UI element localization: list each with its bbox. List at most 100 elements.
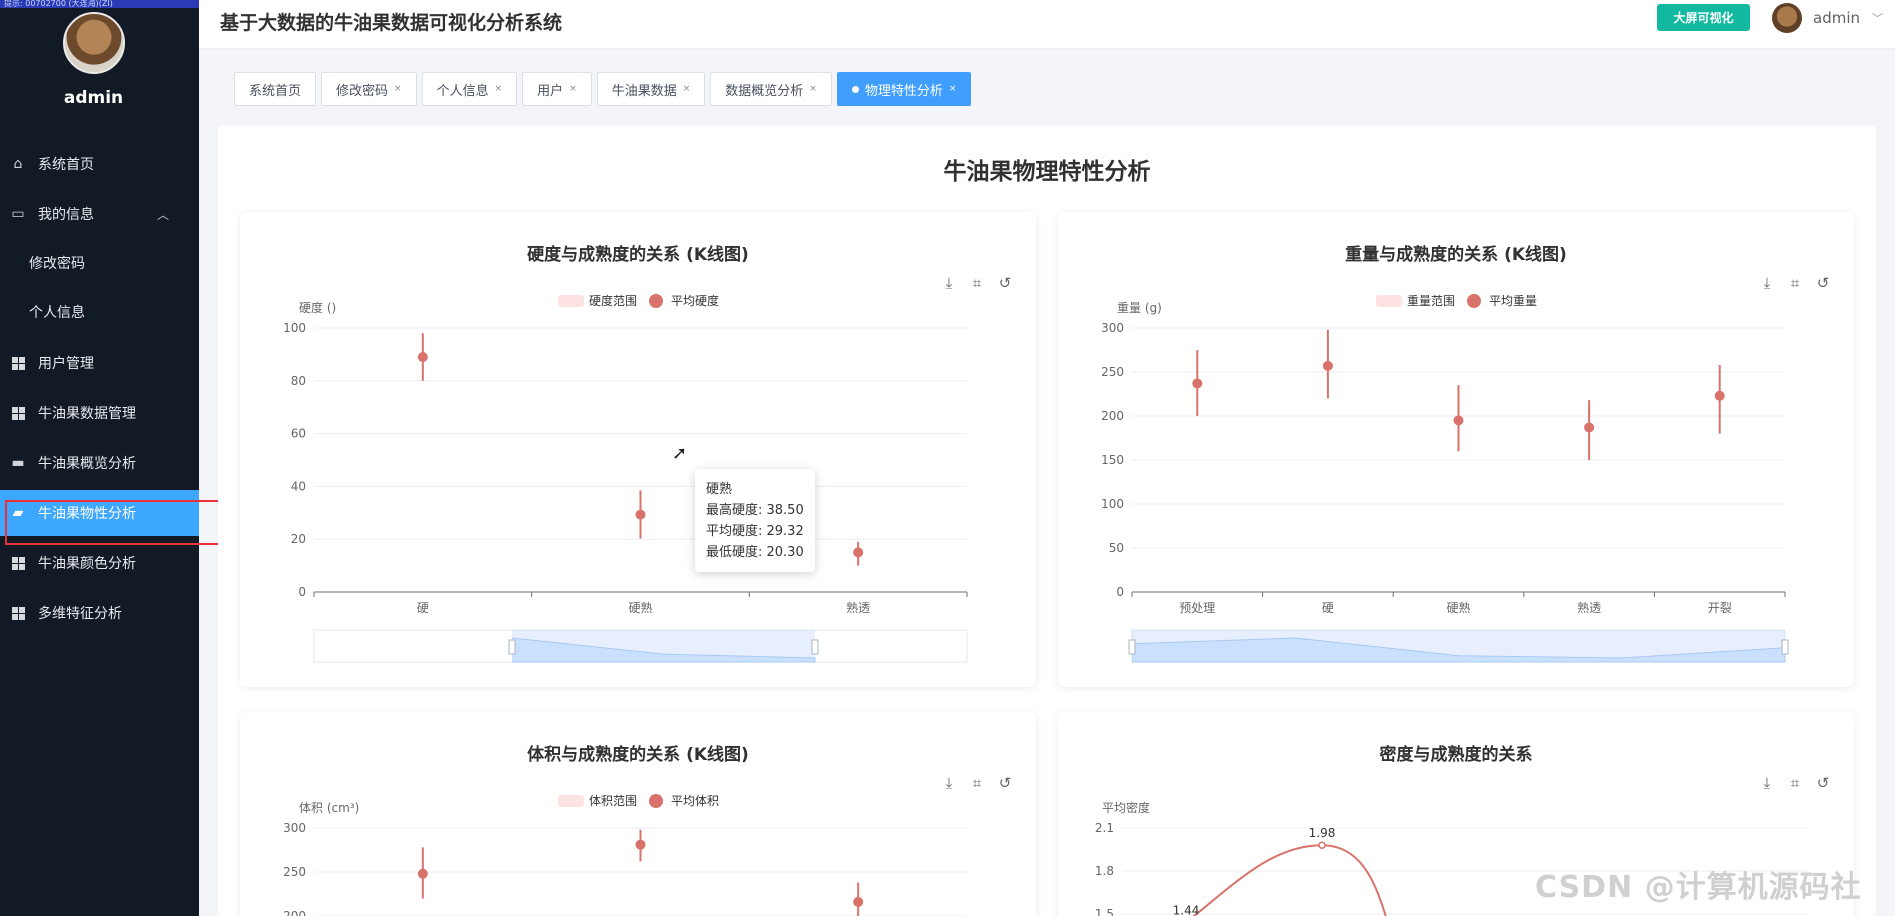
- y-tick-label: 2.1: [1095, 821, 1114, 835]
- y-tick-label: 200: [283, 909, 306, 916]
- y-tick-label: 1.5: [1095, 907, 1114, 916]
- tab-home[interactable]: 系统首页: [234, 72, 317, 106]
- sidebar-item-overview[interactable]: ▬ 牛油果概览分析: [0, 440, 199, 486]
- tab-change-password[interactable]: 修改密码 ×: [321, 72, 417, 106]
- x-tick-label: 硬熟: [628, 600, 652, 615]
- tab-label: 个人信息: [436, 83, 489, 99]
- tooltip-max: 最高硬度: 38.50: [706, 503, 804, 518]
- sidebar-item-label: 修改密码: [29, 256, 85, 272]
- y-tick-label: 0: [298, 585, 306, 599]
- sidebar: admin ⌂ 系统首页 ▭ 我的信息 ︿ 修改密码 个人信息 用户管理 牛油果…: [0, 0, 199, 916]
- avg-point: [853, 896, 864, 907]
- y-tick-label: 300: [1101, 321, 1124, 335]
- tab-label: 用户: [537, 83, 564, 99]
- sidebar-item-users[interactable]: 用户管理: [0, 340, 199, 386]
- avg-point: [1714, 390, 1725, 401]
- avg-point: [635, 839, 646, 850]
- tab-label: 系统首页: [249, 83, 302, 99]
- y-tick-label: 20: [291, 532, 306, 546]
- datazoom-handle-right: [1781, 639, 1789, 655]
- close-icon[interactable]: ×: [949, 84, 957, 94]
- x-tick-label: 开裂: [1708, 601, 1732, 615]
- sidebar-item-my-info[interactable]: ▭ 我的信息 ︿: [0, 191, 199, 237]
- close-icon[interactable]: ×: [394, 84, 402, 94]
- line-point: [1318, 841, 1326, 849]
- tab-physical-analysis[interactable]: 物理特性分析 ×: [836, 72, 972, 106]
- sidebar-item-home[interactable]: ⌂ 系统首页: [0, 141, 199, 187]
- big-screen-button[interactable]: 大屏可视化: [1657, 4, 1750, 31]
- sidebar-item-color-analysis[interactable]: 牛油果颜色分析: [0, 540, 199, 586]
- datazoom-handle-left: [508, 639, 516, 655]
- y-tick-label: 300: [283, 821, 306, 835]
- grid-icon: [10, 405, 26, 421]
- watermark: CSDN @计算机源码社: [1535, 870, 1862, 905]
- close-icon[interactable]: ×: [495, 84, 503, 94]
- close-icon[interactable]: ×: [809, 84, 817, 94]
- annotation-highlight-box: [5, 500, 224, 545]
- datazoom-handle-left: [1128, 639, 1136, 655]
- avg-point: [417, 352, 428, 363]
- sidebar-item-label: 我的信息: [38, 207, 94, 223]
- monitor-icon: ▬: [11, 455, 25, 471]
- sidebar-item-multi-feature[interactable]: 多维特征分析: [0, 590, 199, 636]
- chevron-up-icon: ︿: [156, 207, 169, 222]
- sidebar-item-avocado-data[interactable]: 牛油果数据管理: [0, 390, 199, 436]
- sidebar-item-label: 系统首页: [38, 157, 94, 173]
- y-tick-label: 60: [291, 427, 306, 441]
- tab-label: 牛油果数据: [611, 83, 677, 99]
- tab-users[interactable]: 用户 ×: [522, 72, 592, 106]
- chart-tooltip: 硬熟 最高硬度: 38.50 平均硬度: 29.32 最低硬度: 20.30: [695, 469, 815, 572]
- grid-icon: [10, 555, 26, 571]
- tooltip-title: 硬熟: [706, 482, 733, 497]
- avg-point: [635, 509, 646, 520]
- close-icon[interactable]: ×: [683, 84, 691, 94]
- y-tick-label: 150: [1101, 453, 1124, 467]
- section-title: 牛油果物理特性分析: [943, 159, 1151, 185]
- top-header: 基于大数据的牛油果数据可视化分析系统 大屏可视化 admin ﹀: [199, 0, 1895, 49]
- avg-point: [1192, 378, 1203, 389]
- avg-point: [1322, 360, 1333, 371]
- tooltip-min: 最低硬度: 20.30: [706, 545, 804, 560]
- data-label: 1.98: [1309, 826, 1336, 840]
- sidebar-item-label: 牛油果数据管理: [38, 406, 136, 422]
- y-tick-label: 200: [1101, 409, 1124, 423]
- volume-chart-svg: 体积 (cm³) 200 250 300: [283, 801, 967, 916]
- datazoom-handle-right: [811, 639, 819, 655]
- sidebar-username: admin: [63, 88, 124, 108]
- y-tick-label: 0: [1116, 585, 1124, 599]
- user-menu[interactable]: admin: [1813, 9, 1860, 27]
- tab-personal-info[interactable]: 个人信息 ×: [421, 72, 518, 106]
- y-axis-label: 平均密度: [1102, 800, 1150, 815]
- tooltip-avg: 平均硬度: 29.32: [706, 524, 804, 539]
- data-label: 1.44: [1173, 904, 1200, 916]
- y-tick-label: 100: [1101, 497, 1124, 511]
- chevron-down-icon[interactable]: ﹀: [1872, 10, 1883, 26]
- y-tick-label: 40: [291, 479, 306, 493]
- sidebar-item-label: 牛油果颜色分析: [38, 556, 136, 572]
- volume-chart-card: 体积与成熟度的关系 (K线图) 体积范围 平均体积 ⤓ ⌗ ↺ 体积 (cm³) 20…: [240, 712, 1036, 916]
- overlay-banner: 提示: 00702700 (大连海)(ZI): [0, 0, 215, 8]
- sidebar-item-personal-info[interactable]: 个人信息: [0, 289, 199, 335]
- x-tick-label: 熟透: [1577, 600, 1601, 615]
- page-title: 基于大数据的牛油果数据可视化分析系统: [220, 12, 563, 34]
- x-tick-label: 熟透: [846, 600, 870, 615]
- sidebar-item-change-password[interactable]: 修改密码: [0, 240, 199, 286]
- sidebar-item-label: 牛油果概览分析: [38, 456, 136, 472]
- avatar[interactable]: [63, 12, 125, 74]
- close-icon[interactable]: ×: [569, 84, 577, 94]
- tab-label: 修改密码: [336, 83, 389, 99]
- avatar[interactable]: [1772, 3, 1802, 33]
- y-tick-label: 50: [1109, 541, 1124, 555]
- avg-point: [853, 547, 864, 558]
- y-tick-label: 250: [283, 865, 306, 879]
- tab-avocado-data[interactable]: 牛油果数据 ×: [596, 72, 706, 106]
- active-dot-icon: [851, 85, 859, 93]
- x-tick-label: 硬: [417, 601, 429, 615]
- y-tick-label: 100: [283, 321, 306, 335]
- sidebar-item-label: 用户管理: [38, 356, 94, 372]
- x-tick-label: 硬: [1322, 601, 1334, 615]
- hardness-chart-svg: 硬度 ()020406080100硬 硬熟 熟透: [283, 300, 968, 663]
- tab-overview[interactable]: 数据概览分析 ×: [710, 72, 832, 106]
- avg-point: [1584, 422, 1595, 433]
- y-tick-label: 80: [291, 374, 306, 388]
